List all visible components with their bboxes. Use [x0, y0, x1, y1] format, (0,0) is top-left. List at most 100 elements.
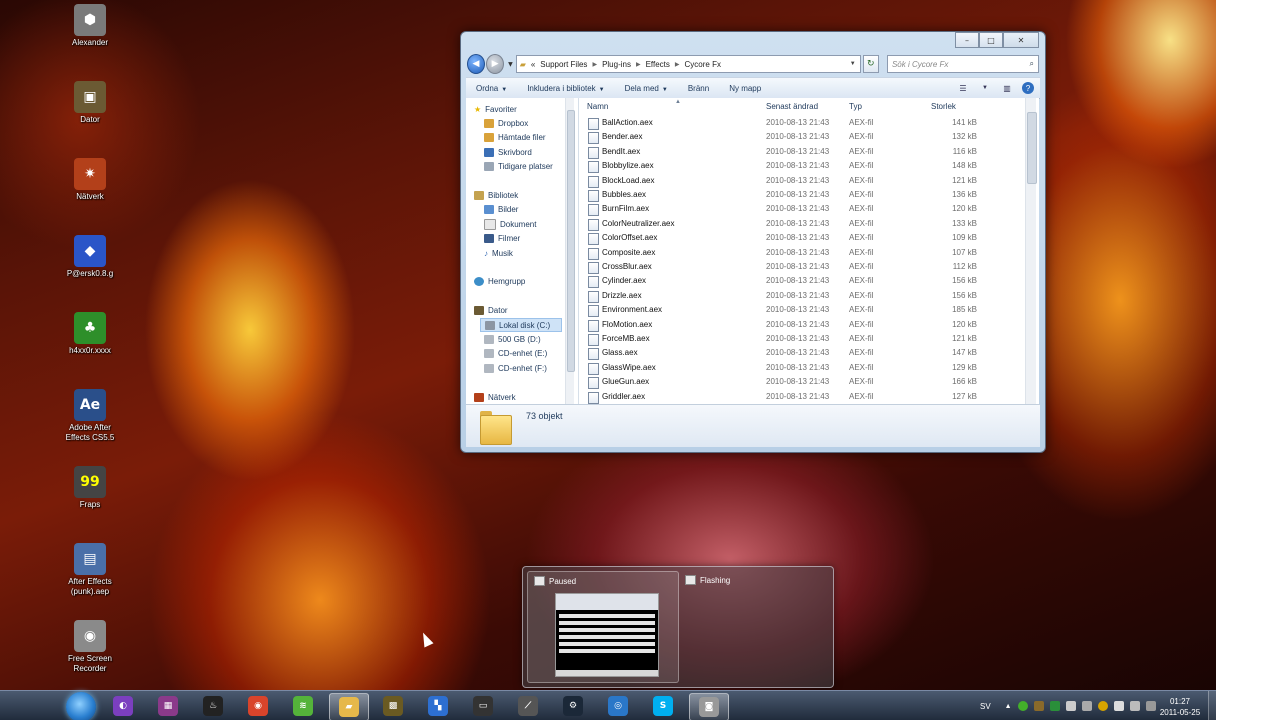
file-row[interactable]: BlockLoad.aex 2010-08-13 21:43 AEX-fil 121 … — [579, 174, 1019, 188]
preview-pane-icon[interactable]: ▥ — [1000, 82, 1014, 94]
breadcrumb-plug-ins[interactable]: Plug-ins — [602, 60, 631, 69]
organize-menu[interactable]: Ordna ▼ — [466, 84, 517, 93]
taskbar-app-network-app[interactable]: ▚ — [419, 693, 457, 719]
file-row[interactable]: ForceMB.aex 2010-08-13 21:43 AEX-fil 121 kB — [579, 332, 1019, 346]
share-with-menu[interactable]: Dela med ▼ — [615, 84, 678, 93]
taskbar-app-firefox[interactable]: ◐ — [104, 693, 142, 719]
taskbar-app-media[interactable]: ◎ — [599, 693, 637, 719]
taskbar-app-screen-recorder[interactable]: ◙ — [689, 693, 729, 720]
nav-homegroup[interactable]: Hemgrupp — [474, 275, 525, 287]
taskbar-app-fl-studio[interactable]: ⟋ — [509, 693, 547, 719]
desktop-icon-h4xx0r[interactable]: ♣ h4xx0r.xxxx — [55, 312, 125, 356]
desktop-icon-aep-file[interactable]: ▤ After Effects (punk).aep — [55, 543, 125, 597]
nav-item-drive-c[interactable]: Lokal disk (C:) — [480, 318, 562, 332]
nav-item-desktop[interactable]: Skrivbord — [484, 146, 532, 158]
include-in-library-menu[interactable]: Inkludera i bibliotek ▼ — [517, 84, 614, 93]
chevron-right-icon[interactable]: ▶ — [636, 61, 641, 68]
taskbar-app-terminal[interactable]: ▭ — [464, 693, 502, 719]
nav-computer[interactable]: Dator — [474, 304, 508, 316]
desktop-icon-alexander[interactable]: ⬢ Alexander — [55, 4, 125, 48]
chevron-right-icon[interactable]: ▶ — [592, 61, 597, 68]
breadcrumb-cycore-fx[interactable]: Cycore Fx — [685, 60, 721, 69]
search-input[interactable]: Sök i Cycore Fx ⌕ — [886, 55, 1039, 73]
file-row[interactable]: Glass.aex 2010-08-13 21:43 AEX-fil 147 kB — [579, 346, 1019, 361]
file-row[interactable]: BendIt.aex 2010-08-13 21:43 AEX-fil 116 kB — [579, 145, 1019, 159]
file-row[interactable]: BallAction.aex 2010-08-13 21:43 AEX-fil 141… — [579, 116, 1019, 130]
thumbnail-flashing[interactable]: Flashing — [679, 571, 829, 681]
file-row[interactable]: Composite.aex 2010-08-13 21:43 AEX-fil 107 … — [579, 246, 1019, 260]
column-header-date[interactable]: Senast ändrad — [766, 102, 818, 114]
address-bar[interactable]: ▰ « Support Files ▶ Plug-ins ▶ Effects ▶… — [515, 55, 861, 73]
file-row[interactable]: ColorOffset.aex 2010-08-13 21:43 AEX-fil 10… — [579, 231, 1019, 246]
desktop-icon-persk[interactable]: ◆ P@ersk0.8.g — [55, 235, 125, 279]
desktop-icon-dator[interactable]: ▣ Dator — [55, 81, 125, 125]
nav-item-documents[interactable]: Dokument — [484, 218, 536, 230]
address-dropdown-icon[interactable]: ▼ — [850, 61, 856, 67]
desktop-icon-after-effects[interactable]: Ae Adobe After Effects CS5.5 — [55, 389, 125, 443]
nav-scrollbar[interactable] — [565, 98, 575, 404]
recent-pages-dropdown[interactable]: ▼ — [508, 61, 513, 68]
taskbar-app-winrar[interactable]: ▦ — [149, 693, 187, 719]
close-button[interactable]: ✕ — [1003, 32, 1039, 48]
file-row[interactable]: CrossBlur.aex 2010-08-13 21:43 AEX-fil 112 … — [579, 260, 1019, 274]
desktop-icon-free-screen-recorder[interactable]: ◉ Free Screen Recorder — [55, 620, 125, 674]
show-desktop-button[interactable] — [1208, 691, 1216, 720]
taskbar-app-explorer-folder[interactable]: ▰ — [329, 693, 369, 720]
new-folder-button[interactable]: Ny mapp — [719, 84, 771, 93]
file-row[interactable]: Cylinder.aex 2010-08-13 21:43 AEX-fil 156 k… — [579, 274, 1019, 289]
nav-network[interactable]: Nätverk — [474, 391, 516, 403]
thumbnail-paused[interactable]: Paused — [527, 571, 679, 683]
clock[interactable]: 01:27 2011-05-25 — [1155, 696, 1205, 718]
file-row[interactable]: Drizzle.aex 2010-08-13 21:43 AEX-fil 156 kB — [579, 289, 1019, 303]
file-row[interactable]: GlassWipe.aex 2010-08-13 21:43 AEX-fil 129 … — [579, 361, 1019, 375]
show-hidden-icons-icon[interactable]: ▲ — [1005, 703, 1012, 710]
file-row[interactable]: BurnFilm.aex 2010-08-13 21:43 AEX-fil 120 k… — [579, 202, 1019, 217]
taskbar-app-spotify[interactable]: ≋ — [284, 693, 322, 719]
breadcrumb-overflow[interactable]: « — [531, 60, 535, 69]
spotify-tray-icon[interactable] — [1017, 701, 1028, 711]
nav-item-pictures[interactable]: Bilder — [484, 203, 518, 215]
taskbar-app-steam[interactable]: ⚙ — [554, 693, 592, 719]
file-list-scrollbar[interactable] — [1025, 98, 1037, 404]
maximize-button[interactable]: □ — [979, 32, 1003, 48]
language-indicator[interactable]: SV — [980, 702, 991, 711]
file-row[interactable]: Griddler.aex 2010-08-13 21:43 AEX-fil 127 k… — [579, 390, 1019, 404]
tray-app-icon[interactable] — [1081, 701, 1092, 711]
tray-app-icon[interactable] — [1097, 701, 1108, 711]
breadcrumb-support-files[interactable]: Support Files — [540, 60, 587, 69]
network-status-icon[interactable] — [1129, 701, 1140, 711]
desktop-icon-fraps[interactable]: 99 Fraps — [55, 466, 125, 510]
nav-item-drive-f[interactable]: CD-enhet (F:) — [484, 362, 547, 374]
file-row[interactable]: Bubbles.aex 2010-08-13 21:43 AEX-fil 136 kB — [579, 188, 1019, 202]
explorer-window[interactable]: – □ ✕ ◀ ▶ ▼ ▰ « Support Files ▶ Plug-ins… — [460, 31, 1046, 453]
minimize-button[interactable]: – — [955, 32, 979, 48]
scrollbar-thumb[interactable] — [1027, 112, 1037, 184]
taskbar-app-chrome[interactable]: ◉ — [239, 693, 277, 719]
nav-item-recent-places[interactable]: Tidigare platser — [484, 160, 553, 172]
nav-item-music[interactable]: ♪ Musik — [484, 247, 513, 259]
column-header-name[interactable]: Namn ▲ — [587, 99, 681, 114]
chevron-down-icon[interactable]: ▼ — [978, 82, 992, 94]
file-row[interactable]: Bender.aex 2010-08-13 21:43 AEX-fil 132 kB — [579, 130, 1019, 145]
nav-item-drive-e[interactable]: CD-enhet (E:) — [484, 347, 547, 359]
file-row[interactable]: Blobbylize.aex 2010-08-13 21:43 AEX-fil 148… — [579, 159, 1019, 174]
scrollbar-thumb[interactable] — [567, 110, 575, 372]
refresh-button[interactable]: ↻ — [862, 55, 879, 73]
tray-app-icon[interactable] — [1065, 701, 1076, 711]
column-header-type[interactable]: Typ — [849, 102, 862, 114]
taskbar-app-steam-tool[interactable]: ♨ — [194, 693, 232, 719]
taskbar-app-game[interactable]: ▩ — [374, 693, 412, 719]
burn-button[interactable]: Bränn — [678, 84, 719, 93]
help-icon[interactable]: ? — [1022, 82, 1034, 94]
action-center-icon[interactable] — [1113, 701, 1124, 711]
file-row[interactable]: FloMotion.aex 2010-08-13 21:43 AEX-fil 120 … — [579, 318, 1019, 332]
nav-favorites[interactable]: ★ Favoriter — [474, 103, 517, 115]
tray-app-icon[interactable] — [1033, 701, 1044, 711]
breadcrumb-effects[interactable]: Effects — [646, 60, 670, 69]
nav-item-dropbox[interactable]: Dropbox — [484, 117, 528, 129]
chevron-right-icon[interactable]: ▶ — [675, 61, 680, 68]
start-button[interactable] — [66, 692, 96, 720]
file-row[interactable]: Environment.aex 2010-08-13 21:43 AEX-fil 18… — [579, 303, 1019, 318]
forward-button[interactable]: ▶ — [486, 54, 505, 74]
nav-libraries[interactable]: Bibliotek — [474, 189, 518, 201]
